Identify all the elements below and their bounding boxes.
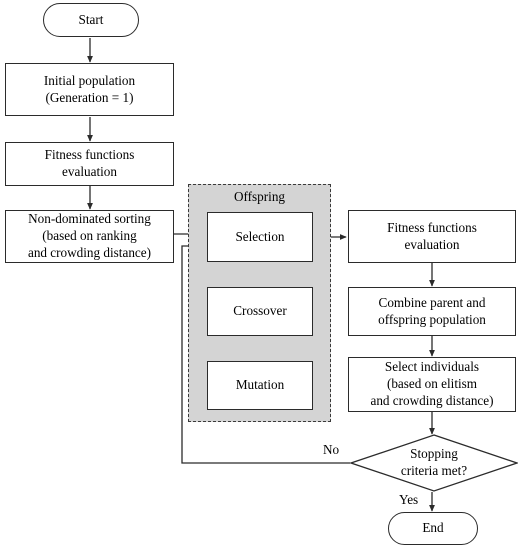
edge-label-no: No <box>323 442 340 457</box>
flowchart-canvas: Offspring Start Initial population (Gene… <box>0 0 525 550</box>
node-end[interactable]: End <box>388 512 478 545</box>
text-line: Fitness functions <box>44 147 135 163</box>
node-selection-label: Selection <box>235 228 285 244</box>
offspring-group-label: Offspring <box>233 189 286 204</box>
text-line: (based on ranking <box>42 228 137 244</box>
node-stopping-criteria-label: Stopping criteria met? <box>350 434 518 492</box>
text-line: evaluation <box>62 164 117 179</box>
node-combine-population[interactable]: Combine parent and offspring population <box>348 287 516 336</box>
node-mutation-label: Mutation <box>235 377 285 393</box>
text-line: Initial population <box>43 72 136 88</box>
node-fitness-evaluation-right-label: Fitness functions evaluation <box>387 220 477 254</box>
text-line: (Generation = 1) <box>45 89 134 105</box>
node-start-label: Start <box>78 11 104 27</box>
node-start[interactable]: Start <box>43 3 139 37</box>
node-combine-population-label: Combine parent and offspring population <box>378 295 486 329</box>
text-line: and crowding distance) <box>370 392 494 408</box>
node-non-dominated-sorting[interactable]: Non-dominated sorting (based on ranking … <box>5 210 174 263</box>
edge-label-yes: Yes <box>399 492 419 507</box>
text-line: and crowding distance) <box>27 244 152 260</box>
node-select-individuals-label: Select individuals (based on elitism and… <box>370 359 493 410</box>
node-select-individuals[interactable]: Select individuals (based on elitism and… <box>348 357 516 412</box>
text-line: (based on elitism <box>386 376 478 392</box>
node-stopping-criteria[interactable]: Stopping criteria met? <box>348 434 520 492</box>
node-fitness-evaluation-right[interactable]: Fitness functions evaluation <box>348 210 516 263</box>
node-non-dominated-sorting-label: Non-dominated sorting (based on ranking … <box>28 211 151 262</box>
text-line: offspring population <box>378 311 486 327</box>
node-fitness-evaluation-left[interactable]: Fitness functions evaluation <box>5 142 174 186</box>
node-selection[interactable]: Selection <box>207 212 313 262</box>
node-fitness-evaluation-left-label: Fitness functions evaluation <box>45 147 135 181</box>
text-line: evaluation <box>404 236 460 252</box>
text-line: Fitness functions <box>387 219 477 235</box>
node-crossover[interactable]: Crossover <box>207 287 313 336</box>
text-line: Non-dominated sorting <box>28 211 151 227</box>
text-line: criteria met? <box>400 463 468 478</box>
node-initial-population-label: Initial population (Generation = 1) <box>44 73 135 107</box>
node-initial-population[interactable]: Initial population (Generation = 1) <box>5 63 174 116</box>
text-line: Stopping <box>410 446 458 462</box>
node-mutation[interactable]: Mutation <box>207 361 313 410</box>
text-line: Select individuals <box>384 359 480 375</box>
text-line: Combine parent and <box>378 294 486 310</box>
node-crossover-label: Crossover <box>233 303 287 319</box>
node-end-label: End <box>422 520 444 536</box>
